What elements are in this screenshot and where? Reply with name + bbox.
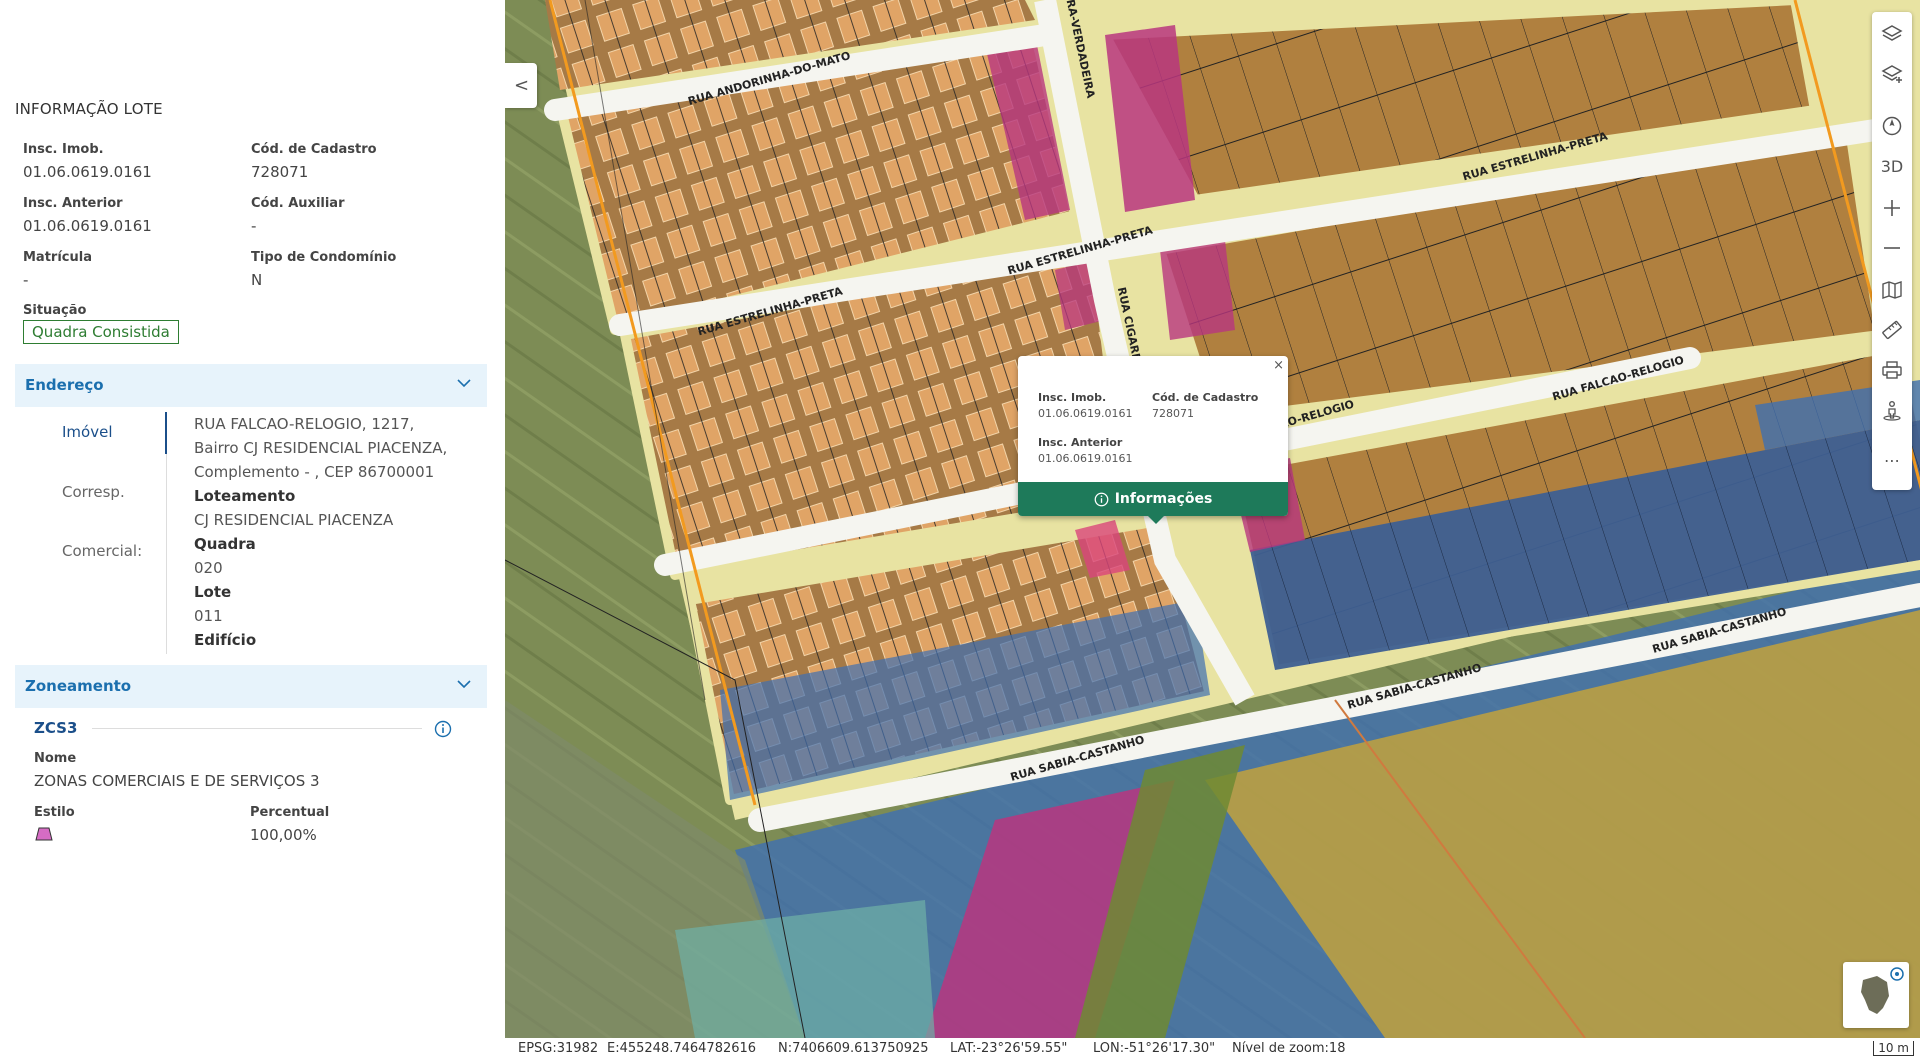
lote-value: 011	[194, 607, 223, 625]
status-bar: EPSG:31982 E:455248.7464782616 N:7406609…	[505, 1038, 1920, 1060]
measure-button[interactable]	[1872, 312, 1912, 348]
map-toolbar: 3D ⋯	[1872, 12, 1912, 490]
printer-icon	[1882, 361, 1902, 379]
popup-insc-anterior-value: 01.06.0619.0161	[1038, 452, 1133, 465]
quadra-value: 020	[194, 559, 223, 577]
zone-percentual-value: 100,00%	[250, 826, 317, 844]
address-line-3: Complemento - , CEP 86700001	[194, 463, 435, 481]
3d-button[interactable]: 3D	[1872, 148, 1912, 184]
tipo-condominio-value: N	[251, 271, 263, 289]
zone-style-swatch-icon	[35, 827, 53, 841]
layers-add-button[interactable]	[1872, 56, 1912, 92]
street-view-button[interactable]	[1872, 392, 1912, 428]
cod-auxiliar-value: -	[251, 217, 257, 235]
popup-insc-imob-value: 01.06.0619.0161	[1038, 407, 1133, 420]
loteamento-label: Loteamento	[194, 487, 296, 505]
close-icon[interactable]: ×	[1273, 358, 1284, 373]
northing-readout: N:7406609.613750925	[778, 1041, 929, 1056]
3d-label: 3D	[1880, 156, 1904, 176]
map-view[interactable]: RUA ANDORINHA-DO-MATO RUA ESTRELINHA-PRE…	[505, 0, 1920, 1038]
layers-plus-icon	[1881, 65, 1903, 83]
cod-auxiliar-label: Cód. Auxiliar	[251, 196, 345, 211]
endereco-header-label: Endereço	[25, 376, 104, 394]
endereco-section-header[interactable]: Endereço	[15, 364, 487, 407]
epsg-readout: EPSG:31982	[518, 1041, 599, 1056]
insc-imob-value: 01.06.0619.0161	[23, 163, 152, 181]
city-logo-button[interactable]	[1843, 962, 1909, 1028]
tab-comercial[interactable]: Comercial:	[62, 542, 142, 560]
zoneamento-header-label: Zoneamento	[25, 677, 132, 695]
map-region-logo-icon	[1861, 967, 1904, 1014]
compass-icon	[1882, 116, 1902, 136]
layers-icon	[1881, 25, 1903, 41]
quadra-label: Quadra	[194, 535, 256, 553]
chevron-down-icon	[457, 680, 471, 689]
popup-insc-imob-label: Insc. Imob.	[1038, 391, 1107, 404]
insc-imob-label: Insc. Imob.	[23, 142, 104, 157]
lon-readout: LON:-51°26'17.30"	[1093, 1041, 1216, 1056]
zone-estilo-label: Estilo	[34, 805, 75, 820]
tipo-condominio-label: Tipo de Condomínio	[251, 250, 397, 265]
zoom-level-readout: Nível de zoom:18	[1232, 1041, 1346, 1056]
zoom-out-button[interactable]	[1872, 230, 1912, 266]
tab-corresp[interactable]: Corresp.	[62, 483, 125, 501]
info-icon	[1094, 492, 1109, 506]
status-badge: Quadra Consistida	[23, 320, 179, 344]
collapse-panel-button[interactable]: <	[505, 63, 537, 108]
lote-label: Lote	[194, 583, 232, 601]
popup-cod-cadastro-value: 728071	[1152, 407, 1194, 420]
chevron-left-icon: <	[514, 75, 530, 96]
minus-icon	[1884, 247, 1900, 249]
insc-anterior-label: Insc. Anterior	[23, 196, 123, 211]
informacoes-button-label: Informações	[1114, 491, 1213, 507]
basemap-button[interactable]	[1872, 272, 1912, 308]
more-icon: ⋯	[1884, 450, 1900, 470]
more-options-button[interactable]: ⋯	[1872, 442, 1912, 478]
layers-button[interactable]	[1872, 16, 1912, 52]
edificio-label: Edifício	[194, 631, 257, 649]
chevron-down-icon	[457, 379, 471, 388]
street-view-icon	[1883, 401, 1901, 421]
matricula-label: Matrícula	[23, 250, 92, 265]
cod-cadastro-value: 728071	[251, 163, 309, 181]
map-icon	[1882, 281, 1902, 299]
cod-cadastro-label: Cód. de Cadastro	[251, 142, 377, 157]
zone-nome-label: Nome	[34, 751, 77, 766]
print-button[interactable]	[1872, 352, 1912, 388]
compass-button[interactable]	[1872, 108, 1912, 144]
tab-imovel[interactable]: Imóvel	[62, 423, 113, 441]
zone-code: ZCS3	[34, 719, 78, 737]
easting-readout: E:455248.7464782616	[607, 1041, 757, 1056]
panel-title: INFORMAÇÃO LOTE	[15, 100, 163, 118]
popup-pointer	[1146, 514, 1166, 524]
popup-insc-anterior-label: Insc. Anterior	[1038, 436, 1123, 449]
zone-percentual-label: Percentual	[250, 805, 330, 820]
map-canvas[interactable]	[505, 0, 1920, 1038]
zone-divider	[92, 728, 422, 729]
situacao-label: Situação	[23, 303, 87, 318]
lot-popup: × Insc. Imob. 01.06.0619.0161 Cód. de Ca…	[1018, 356, 1288, 524]
ruler-icon	[1882, 320, 1902, 340]
plus-icon	[1884, 200, 1900, 216]
insc-anterior-value: 01.06.0619.0161	[23, 217, 152, 235]
informacoes-button[interactable]: Informações	[1018, 482, 1288, 516]
loteamento-value: CJ RESIDENCIAL PIACENZA	[194, 511, 394, 529]
active-tab-indicator	[165, 412, 167, 454]
address-line-1: RUA FALCAO-RELOGIO, 1217,	[194, 415, 415, 433]
lot-info-panel: INFORMAÇÃO LOTE Insc. Imob. 01.06.0619.0…	[0, 0, 505, 1060]
lat-readout: LAT:-23°26'59.55"	[950, 1041, 1068, 1056]
zoneamento-section-header[interactable]: Zoneamento	[15, 665, 487, 708]
address-line-2: Bairro CJ RESIDENCIAL PIACENZA,	[194, 439, 448, 457]
matricula-value: -	[23, 271, 29, 289]
info-icon[interactable]	[434, 720, 452, 738]
scale-bar: 10 m	[1873, 1041, 1914, 1056]
zoom-in-button[interactable]	[1872, 190, 1912, 226]
zone-nome-value: ZONAS COMERCIAIS E DE SERVIÇOS 3	[34, 772, 320, 790]
popup-cod-cadastro-label: Cód. de Cadastro	[1152, 391, 1259, 404]
